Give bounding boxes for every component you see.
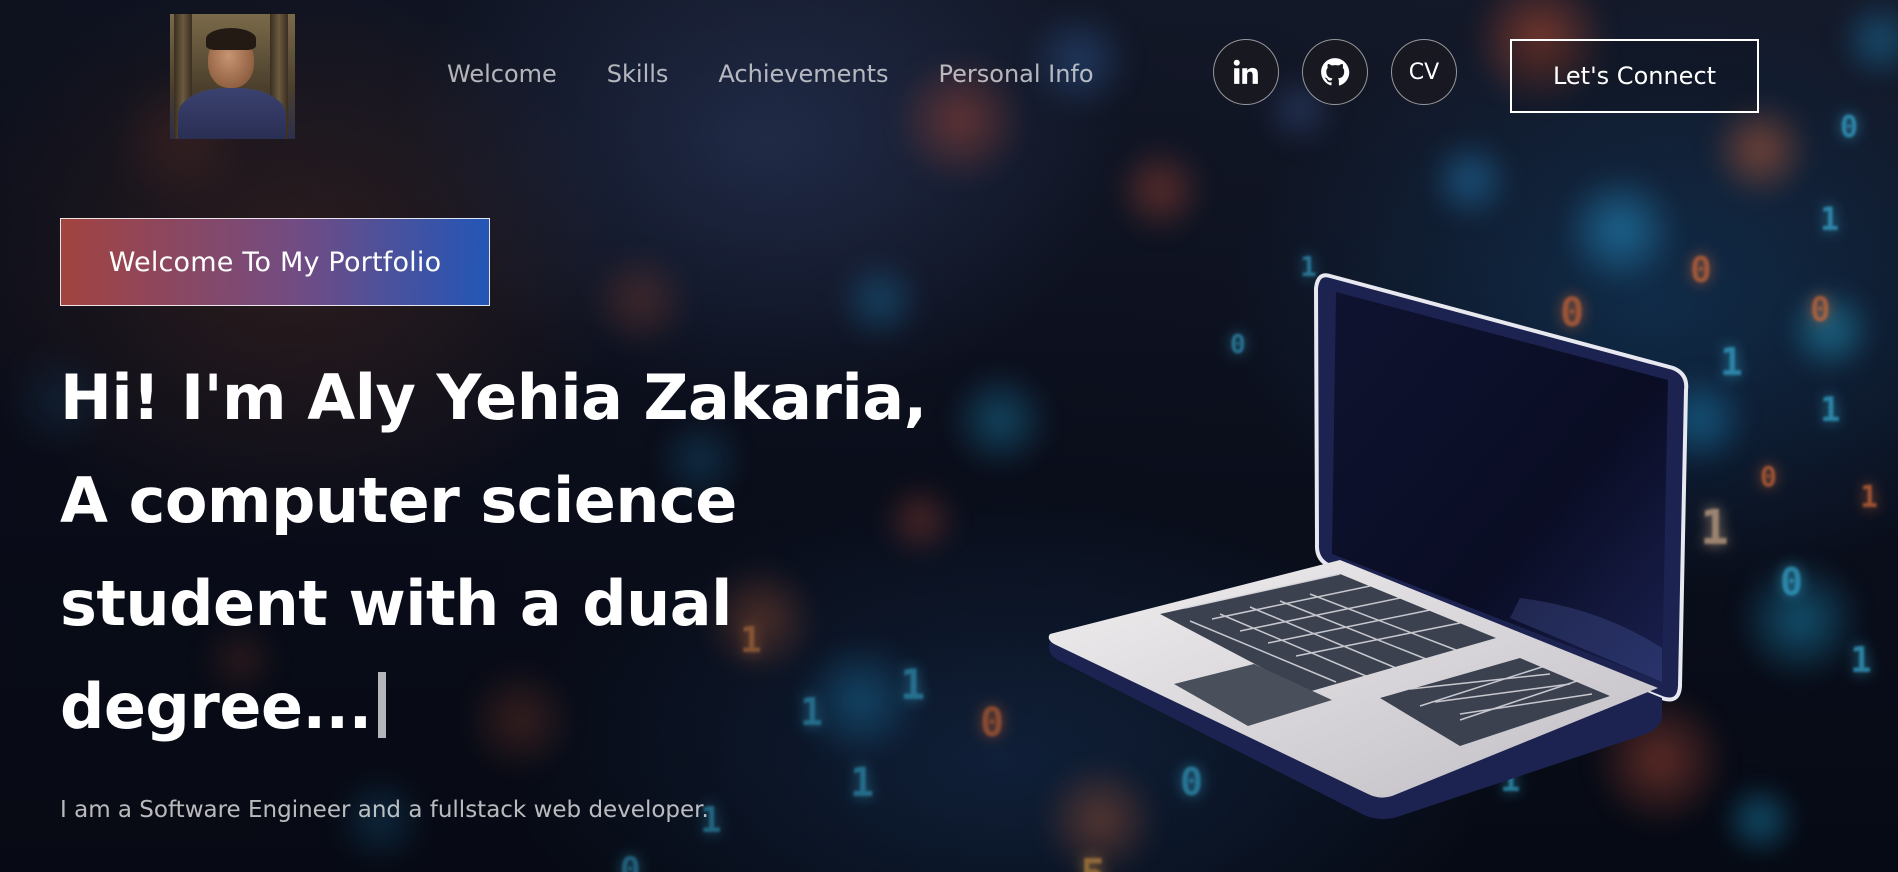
headline-line-3: student with a dual [60, 567, 732, 640]
avatar[interactable] [170, 14, 295, 139]
headline-line-1: Hi! I'm Aly Yehia Zakaria, [60, 361, 927, 434]
navbar: Welcome Skills Achievements Personal Inf… [0, 0, 1898, 150]
welcome-tagline: Welcome To My Portfolio [60, 218, 490, 306]
headline-line-4: degree... [60, 655, 960, 758]
hero-headline: Hi! I'm Aly Yehia Zakaria, A computer sc… [60, 346, 960, 758]
cv-button[interactable]: CV [1391, 39, 1457, 105]
headline-line-4-text: degree... [60, 670, 372, 743]
laptop-illustration [1048, 273, 1689, 819]
cv-icon: CV [1408, 59, 1440, 85]
typing-cursor [377, 672, 386, 738]
nav-link-welcome[interactable]: Welcome [447, 60, 557, 88]
github-icon [1321, 58, 1350, 86]
nav-link-achievements[interactable]: Achievements [718, 60, 888, 88]
lets-connect-button[interactable]: Let's Connect [1510, 39, 1759, 113]
nav-links: Welcome Skills Achievements Personal Inf… [447, 60, 1144, 88]
avatar-hoodie [178, 88, 286, 139]
hero-subtitle: I am a Software Engineer and a fullstack… [60, 797, 709, 823]
github-button[interactable] [1302, 39, 1368, 105]
headline-line-2: A computer science [60, 464, 737, 537]
nav-link-personal-info[interactable]: Personal Info [939, 60, 1094, 88]
avatar-hair [206, 28, 256, 50]
nav-link-skills[interactable]: Skills [607, 60, 669, 88]
linkedin-icon [1233, 59, 1258, 84]
linkedin-button[interactable] [1213, 39, 1279, 105]
